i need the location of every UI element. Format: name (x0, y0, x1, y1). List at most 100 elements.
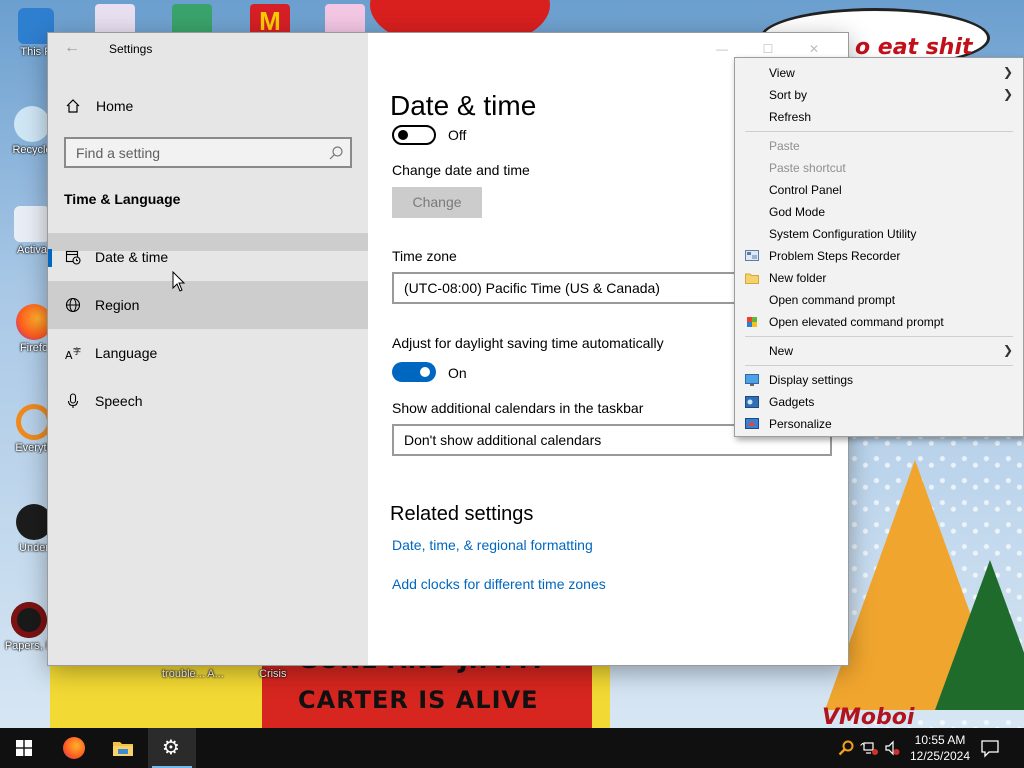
search-box[interactable] (64, 137, 352, 168)
desktop-icon-label: Recycle (12, 144, 52, 156)
menu-item-paste-shortcut[interactable]: Paste shortcut (735, 157, 1023, 179)
dst-label: Adjust for daylight saving time automati… (392, 335, 664, 351)
dst-toggle[interactable] (392, 362, 436, 382)
toggle-knob (420, 367, 430, 377)
nav-item-speech[interactable]: Speech (48, 377, 368, 425)
language-icon: A 字 (65, 346, 81, 361)
wallpaper-small-tree (935, 560, 1024, 710)
globe-icon (65, 297, 81, 313)
window-title: Settings (109, 42, 153, 56)
nav-home[interactable]: Home (48, 89, 368, 123)
taskbar: ⚙ ⌃ 10:55 AM 12/25/2024 (0, 728, 1024, 768)
shield-icon (747, 317, 757, 327)
clock-time: 10:55 AM (914, 733, 966, 747)
file-explorer-icon (113, 742, 133, 756)
calendar-clock-icon (65, 250, 81, 265)
wallpaper-sign: VMoboi (822, 705, 915, 728)
time-zone-label: Time zone (392, 248, 457, 264)
nav-item-region[interactable]: Region (48, 281, 368, 329)
maximize-icon[interactable]: ☐ (758, 39, 778, 59)
nav-item-date-time[interactable]: Date & time (48, 233, 368, 281)
menu-separator (745, 365, 1013, 366)
menu-item-new[interactable]: New ❯ (735, 340, 1023, 362)
menu-item-label: New (769, 344, 794, 358)
desktop-icon-label: Papers, P (4, 640, 54, 652)
nav-item-label: Speech (95, 393, 143, 409)
nav-item-label: Region (95, 297, 140, 313)
calendars-value: Don't show additional calendars (404, 432, 602, 448)
desktop-icon-label-trouble[interactable]: trouble... A... (162, 668, 224, 680)
related-settings-heading: Related settings (390, 503, 534, 525)
taskbar-file-explorer[interactable] (99, 728, 147, 768)
desktop-icon-label-crisis[interactable]: Crisis (259, 668, 287, 680)
activate-icon (14, 206, 50, 242)
menu-item-label: Open command prompt (769, 293, 896, 307)
add-clocks-link[interactable]: Add clocks for different time zones (392, 576, 606, 592)
toggle-state-label: Off (448, 127, 467, 143)
menu-item-system-configuration[interactable]: System Configuration Utility (735, 223, 1023, 245)
svg-text:字: 字 (73, 346, 81, 356)
menu-separator (745, 336, 1013, 337)
taskbar-clock[interactable]: 10:55 AM 12/25/2024 (904, 732, 976, 764)
menu-item-open-command-prompt[interactable]: Open command prompt (735, 289, 1023, 311)
change-date-time-label: Change date and time (392, 162, 530, 178)
wallpaper-shirt-text-2: CARTER IS ALIVE (298, 686, 539, 714)
title-bar[interactable]: ← Settings (48, 33, 368, 65)
menu-item-view[interactable]: View ❯ (735, 62, 1023, 84)
menu-item-gadgets[interactable]: Gadgets (735, 391, 1023, 413)
menu-item-label: Sort by (769, 88, 808, 102)
mouse-cursor-icon (172, 271, 186, 292)
firefox-icon (16, 304, 52, 340)
start-button[interactable] (0, 728, 48, 768)
menu-item-control-panel[interactable]: Control Panel (735, 179, 1023, 201)
nav-item-language[interactable]: A 字 Language (48, 329, 368, 377)
notification-center-icon[interactable] (980, 738, 1000, 758)
desktop-icon-label: This P (20, 46, 52, 58)
desktop-icon-label: Firefo (19, 342, 49, 354)
menu-item-label: Paste shortcut (769, 161, 846, 175)
recycle-bin-icon (14, 106, 50, 142)
menu-item-label: Display settings (769, 373, 854, 387)
personalize-icon (745, 418, 759, 429)
close-icon[interactable]: ✕ (804, 39, 824, 59)
change-button[interactable]: Change (392, 187, 482, 218)
undertale-icon (16, 504, 52, 540)
firefox-icon (63, 737, 85, 759)
nav-home-label: Home (96, 98, 134, 114)
desktop-context-menu: View ❯ Sort by ❯ Refresh Paste Paste sho… (734, 57, 1024, 437)
menu-item-label: Problem Steps Recorder (769, 249, 901, 263)
network-icon[interactable] (863, 740, 879, 756)
menu-item-problem-steps-recorder[interactable]: Problem Steps Recorder (735, 245, 1023, 267)
gadgets-icon (745, 396, 759, 408)
menu-item-display-settings[interactable]: Display settings (735, 369, 1023, 391)
menu-item-open-elevated-command-prompt[interactable]: Open elevated command prompt (735, 311, 1023, 333)
menu-item-new-folder[interactable]: New folder (735, 267, 1023, 289)
search-tray-icon[interactable] (838, 740, 854, 756)
calendars-label: Show additional calendars in the taskbar (392, 400, 644, 416)
toggle-state-label: On (448, 365, 467, 381)
taskbar-settings[interactable]: ⚙ (148, 728, 196, 768)
menu-item-personalize[interactable]: Personalize (735, 413, 1023, 435)
settings-window: ← Settings Home Time & Language (48, 33, 848, 665)
menu-item-god-mode[interactable]: God Mode (735, 201, 1023, 223)
everything-icon (16, 404, 52, 440)
menu-item-label: System Configuration Utility (769, 227, 917, 241)
page-title: Date & time (390, 90, 537, 121)
svg-text:A: A (65, 349, 73, 361)
menu-item-label: Control Panel (769, 183, 842, 197)
search-input[interactable] (76, 144, 316, 162)
search-icon[interactable] (328, 145, 344, 161)
minimize-icon[interactable]: — (712, 39, 732, 59)
menu-item-refresh[interactable]: Refresh (735, 106, 1023, 128)
regional-formatting-link[interactable]: Date, time, & regional formatting (392, 537, 593, 553)
taskbar-firefox[interactable] (50, 728, 98, 768)
back-arrow-icon[interactable]: ← (64, 39, 82, 57)
section-heading: Time & Language (64, 191, 181, 207)
set-time-automatically-toggle[interactable] (392, 125, 436, 145)
chevron-right-icon: ❯ (1002, 65, 1013, 79)
menu-item-paste[interactable]: Paste (735, 135, 1023, 157)
menu-item-label: Paste (769, 139, 800, 153)
folder-icon (745, 273, 759, 284)
volume-icon[interactable] (884, 740, 900, 756)
menu-item-sort-by[interactable]: Sort by ❯ (735, 84, 1023, 106)
